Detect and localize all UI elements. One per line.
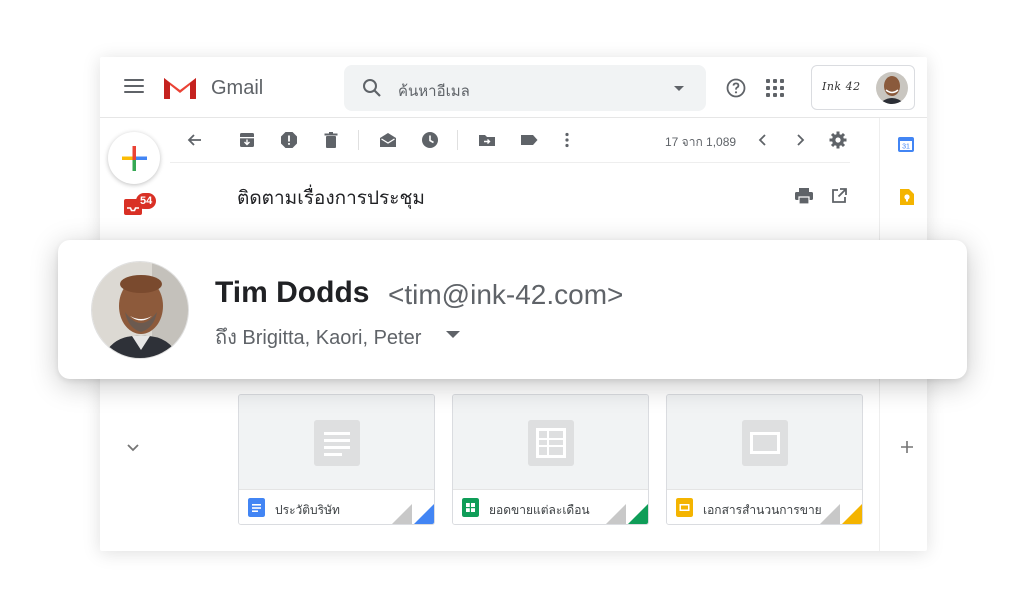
sender-avatar[interactable]	[91, 261, 189, 359]
page-fold	[604, 504, 626, 524]
compose-plus-icon	[122, 146, 147, 171]
sender-photo	[92, 262, 188, 358]
recipients-details-caret-icon[interactable]	[446, 331, 460, 338]
inbox-unread-badge: 54	[136, 193, 157, 209]
attachment-preview	[453, 395, 648, 489]
calendar-icon[interactable]: 31	[898, 136, 914, 152]
search-input[interactable]: ค้นหาอีเมล	[398, 79, 470, 103]
account-switcher[interactable]: Ink 42	[811, 65, 915, 110]
attachment-preview	[667, 395, 862, 489]
settings-gear-icon[interactable]	[828, 130, 848, 150]
chevron-down-icon[interactable]	[126, 443, 140, 453]
page-fold	[626, 504, 648, 524]
slides-icon	[676, 498, 693, 517]
sender-name: Tim Dodds	[215, 276, 370, 309]
back-arrow-icon[interactable]	[185, 130, 205, 150]
sender-email: <tim@ink-42.com>	[388, 279, 624, 310]
more-vert-icon[interactable]	[557, 130, 577, 150]
attachment-card[interactable]: ยอดขายแต่ละเดือน	[452, 394, 649, 525]
top-bar: Gmail ค้นหาอีเมล Ink 42	[100, 57, 927, 118]
apps-grid-icon[interactable]	[766, 79, 784, 97]
keep-icon[interactable]	[898, 189, 914, 205]
attachment-name: ยอดขายแต่ละเดือน	[489, 503, 590, 517]
move-to-icon[interactable]	[477, 130, 497, 150]
attachment-card[interactable]: เอกสารสำนวนการขาย	[666, 394, 863, 525]
search-bar[interactable]: ค้นหาอีเมล	[344, 65, 706, 111]
search-options-icon[interactable]	[674, 86, 684, 91]
page-fold	[390, 504, 412, 524]
mark-unread-icon[interactable]	[378, 130, 398, 150]
attachment-footer: เอกสารสำนวนการขาย	[667, 489, 862, 524]
compose-button[interactable]	[108, 132, 160, 184]
recipients-list: ถึง Brigitta, Kaori, Peter	[215, 327, 422, 349]
print-icon[interactable]	[794, 187, 814, 205]
slides-preview-icon	[742, 420, 788, 466]
toolbar-divider	[457, 130, 458, 150]
pagination-count: 17 จาก 1,089	[665, 135, 737, 149]
archive-icon[interactable]	[237, 130, 257, 150]
sheets-icon	[462, 498, 479, 517]
docs-icon	[248, 498, 265, 517]
message-toolbar: 17 จาก 1,089	[170, 118, 850, 163]
add-addon-icon[interactable]	[900, 440, 914, 454]
attachment-footer: ยอดขายแต่ละเดือน	[453, 489, 648, 524]
menu-icon[interactable]	[124, 79, 144, 95]
email-subject: ติดตามเรื่องการประชุม	[237, 188, 425, 209]
open-in-new-window-icon[interactable]	[830, 187, 848, 205]
attachment-card[interactable]: ประวัติบริษัท	[238, 394, 435, 525]
search-icon[interactable]	[362, 78, 382, 98]
attachment-name: ประวัติบริษัท	[275, 503, 340, 517]
page-fold	[818, 504, 840, 524]
toolbar-divider	[358, 130, 359, 150]
attachment-name: เอกสารสำนวนการขาย	[703, 503, 822, 517]
gmail-wordmark: Gmail	[211, 77, 264, 99]
snooze-icon[interactable]	[420, 130, 440, 150]
page-fold	[840, 504, 862, 524]
label-icon[interactable]	[519, 130, 539, 150]
sender-card: Tim Dodds <tim@ink-42.com> ถึง Brigitta,…	[58, 240, 967, 379]
account-logo: Ink 42	[822, 80, 861, 93]
account-avatar[interactable]	[876, 72, 908, 104]
next-icon[interactable]	[790, 130, 810, 150]
gmail-logo-icon[interactable]	[162, 74, 198, 101]
delete-icon[interactable]	[321, 130, 341, 150]
spreadsheet-preview-icon	[528, 420, 574, 466]
report-spam-icon[interactable]	[279, 130, 299, 150]
help-icon[interactable]	[726, 78, 746, 98]
attachment-footer: ประวัติบริษัท	[239, 489, 434, 524]
attachment-preview	[239, 395, 434, 489]
previous-icon[interactable]	[753, 130, 773, 150]
document-preview-icon	[314, 420, 360, 466]
svg-text:31: 31	[902, 144, 910, 151]
page-fold	[412, 504, 434, 524]
stage: Gmail ค้นหาอีเมล Ink 42 54 17 จาก 1,089 …	[0, 0, 1024, 614]
